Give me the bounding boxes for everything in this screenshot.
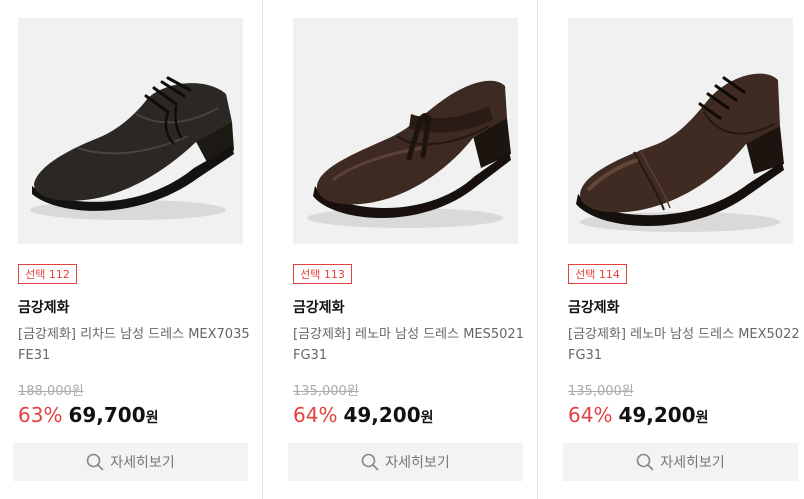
product-grid: 선택 112 금강제화 [금강제화] 리차드 남성 드레스 MEX7035FE3… xyxy=(0,0,804,499)
currency-unit: 원 xyxy=(145,410,159,426)
brand-name: 금강제화 xyxy=(293,300,345,316)
discount-rate: 64% xyxy=(293,403,338,427)
sale-price: 69,700 xyxy=(68,403,146,427)
view-details-label: 자세히보기 xyxy=(385,455,450,471)
currency-unit: 원 xyxy=(695,410,709,426)
divider xyxy=(262,0,263,499)
brand-name: 금강제화 xyxy=(568,300,620,316)
selection-badge: 선택 114 xyxy=(568,264,627,284)
product-image[interactable] xyxy=(18,18,243,244)
view-details-button[interactable]: 자세히보기 xyxy=(563,443,798,481)
original-price: 135,000원 xyxy=(568,384,634,399)
price-row: 64% 49,200원 xyxy=(293,403,434,427)
price-row: 64% 49,200원 xyxy=(568,403,709,427)
loafer-shoe-icon xyxy=(293,18,518,244)
divider xyxy=(537,0,538,499)
product-image[interactable] xyxy=(293,18,518,244)
product-image[interactable] xyxy=(568,18,793,244)
discount-rate: 64% xyxy=(568,403,613,427)
product-name[interactable]: [금강제화] 레노마 남성 드레스 MEX5022FG31 xyxy=(568,324,800,366)
currency-unit: 원 xyxy=(420,410,434,426)
selection-badge: 선택 113 xyxy=(293,264,352,284)
search-icon xyxy=(361,453,379,471)
discount-rate: 63% xyxy=(18,403,63,427)
original-price: 135,000원 xyxy=(293,384,359,399)
oxford-shoe-icon xyxy=(568,18,793,244)
derby-shoe-icon xyxy=(18,18,243,244)
product-card[interactable]: 선택 112 금강제화 [금강제화] 리차드 남성 드레스 MEX7035FE3… xyxy=(0,0,265,499)
price-row: 63% 69,700원 xyxy=(18,403,159,427)
view-details-label: 자세히보기 xyxy=(660,455,725,471)
product-name[interactable]: [금강제화] 레노마 남성 드레스 MES5021FG31 xyxy=(293,324,525,366)
search-icon xyxy=(86,453,104,471)
search-icon xyxy=(636,453,654,471)
sale-price: 49,200 xyxy=(343,403,421,427)
selection-badge: 선택 112 xyxy=(18,264,77,284)
brand-name: 금강제화 xyxy=(18,300,70,316)
product-name[interactable]: [금강제화] 리차드 남성 드레스 MEX7035FE31 xyxy=(18,324,250,366)
sale-price: 49,200 xyxy=(618,403,696,427)
original-price: 188,000원 xyxy=(18,384,84,399)
view-details-label: 자세히보기 xyxy=(110,455,175,471)
view-details-button[interactable]: 자세히보기 xyxy=(13,443,248,481)
view-details-button[interactable]: 자세히보기 xyxy=(288,443,523,481)
product-card[interactable]: 선택 114 금강제화 [금강제화] 레노마 남성 드레스 MEX5022FG3… xyxy=(550,0,804,499)
product-card[interactable]: 선택 113 금강제화 [금강제화] 레노마 남성 드레스 MES5021FG3… xyxy=(275,0,540,499)
